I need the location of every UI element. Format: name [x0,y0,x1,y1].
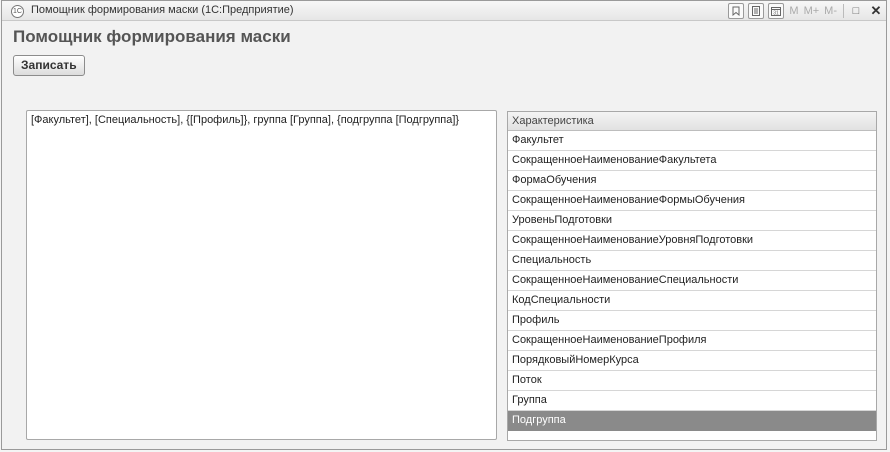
mask-input[interactable]: [Факультет], [Специальность], {[Профиль]… [26,110,497,440]
title-bar: 1С Помощник формирования маски (1С:Предп… [2,1,886,21]
table-row[interactable]: Поток [508,371,876,391]
table-row[interactable]: КодСпециальности [508,291,876,311]
table-row[interactable]: УровеньПодготовки [508,211,876,231]
calendar-icon[interactable]: 31 [768,3,785,19]
table-row[interactable]: СокращенноеНаименованиеФакультета [508,151,876,171]
characteristics-table: Характеристика Факультет СокращенноеНаиме… [507,111,877,441]
characteristics-rows: Факультет СокращенноеНаименованиеФакульте… [508,131,876,431]
memory-plus-button[interactable]: M+ [804,5,820,17]
table-row[interactable]: Подгруппа [508,411,876,431]
app-1c-icon[interactable]: 1С [11,5,24,18]
save-button[interactable]: Записать [13,55,85,76]
window-title: Помощник формирования маски (1С:Предприя… [31,4,294,16]
table-row[interactable]: ПорядковыйНомерКурса [508,351,876,371]
favorite-icon[interactable] [728,3,745,19]
table-row[interactable]: СокращенноеНаименованиеПрофиля [508,331,876,351]
table-row[interactable]: Факультет [508,131,876,151]
table-row[interactable]: Группа [508,391,876,411]
table-row[interactable]: ФормаОбучения [508,171,876,191]
table-row[interactable]: СокращенноеНаименованиеУровняПодготовки [508,231,876,251]
title-bar-controls: 31 M M+ M- □ ✕ [724,2,884,20]
calculator-icon[interactable] [748,3,765,19]
characteristics-header[interactable]: Характеристика [508,112,876,131]
close-icon[interactable]: ✕ [868,3,884,19]
svg-text:31: 31 [774,11,780,17]
main-window: 1С Помощник формирования маски (1С:Предп… [1,0,887,450]
table-row[interactable]: Специальность [508,251,876,271]
restore-icon[interactable]: □ [848,3,864,19]
table-row[interactable]: СокращенноеНаименованиеСпециальности [508,271,876,291]
table-row[interactable]: СокращенноеНаименованиеФормыОбучения [508,191,876,211]
form-title: Помощник формирования маски [13,27,291,46]
table-row[interactable]: Профиль [508,311,876,331]
memory-minus-button[interactable]: M- [824,5,837,17]
title-bar-divider [843,4,844,18]
memory-button[interactable]: M [789,5,798,17]
